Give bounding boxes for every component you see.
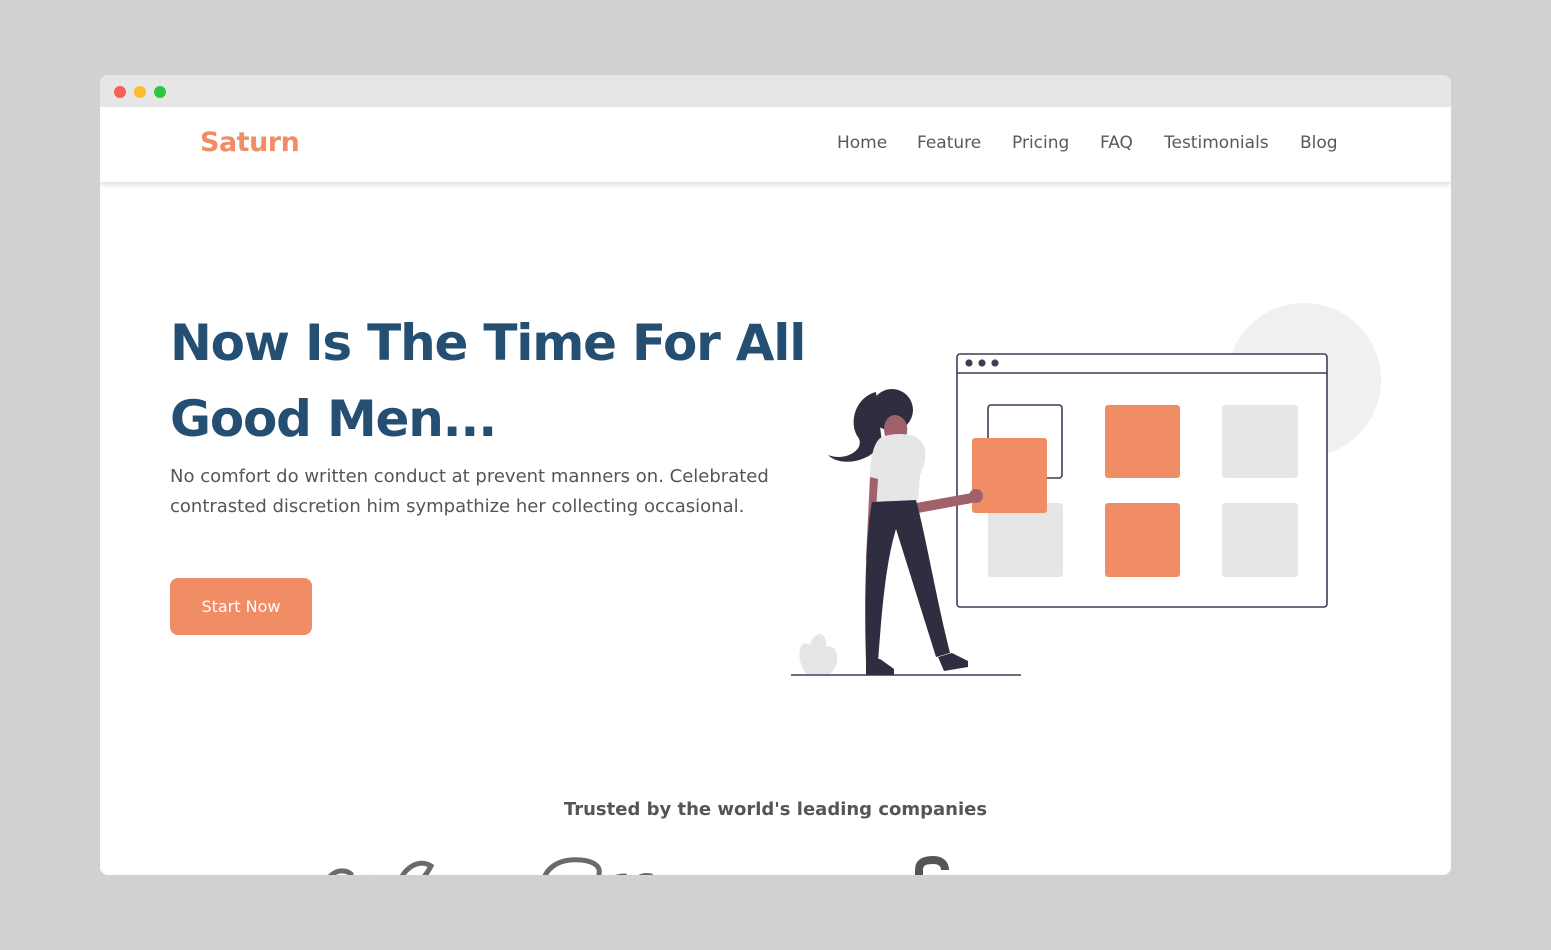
- minimize-window-button[interactable]: [134, 86, 146, 98]
- coca-cola-logo: [315, 852, 465, 875]
- nav-link-feature[interactable]: Feature: [917, 133, 981, 153]
- nav-link-blog[interactable]: Blog: [1300, 133, 1338, 153]
- nav-link-pricing[interactable]: Pricing: [1012, 133, 1069, 153]
- hero-description: No comfort do written conduct at prevent…: [170, 466, 769, 517]
- plant-icon: [799, 633, 838, 674]
- trusted-heading: Trusted by the world's leading companies: [563, 799, 988, 820]
- start-now-button[interactable]: Start Now: [170, 578, 312, 635]
- browser-window: Saturn Home Feature Pricing FAQ Testimon…: [100, 75, 1451, 875]
- window-titlebar: [100, 75, 1451, 107]
- close-window-button[interactable]: [114, 86, 126, 98]
- navbar: Saturn Home Feature Pricing FAQ Testimon…: [100, 107, 1451, 182]
- company-logos: [100, 850, 1451, 875]
- hero-illustration: [791, 303, 1381, 676]
- hero-title: Now Is The Time For All Good Men...: [170, 314, 806, 448]
- partial-logo: [915, 852, 955, 875]
- nav-link-faq[interactable]: FAQ: [1100, 133, 1133, 153]
- maximize-window-button[interactable]: [154, 86, 166, 98]
- nav-link-home[interactable]: Home: [837, 133, 887, 153]
- nav-links: Home Feature Pricing FAQ Testimonials Bl…: [100, 133, 1451, 157]
- nav-link-testimonials[interactable]: Testimonials: [1164, 133, 1269, 153]
- pepsi-logo: [535, 852, 665, 875]
